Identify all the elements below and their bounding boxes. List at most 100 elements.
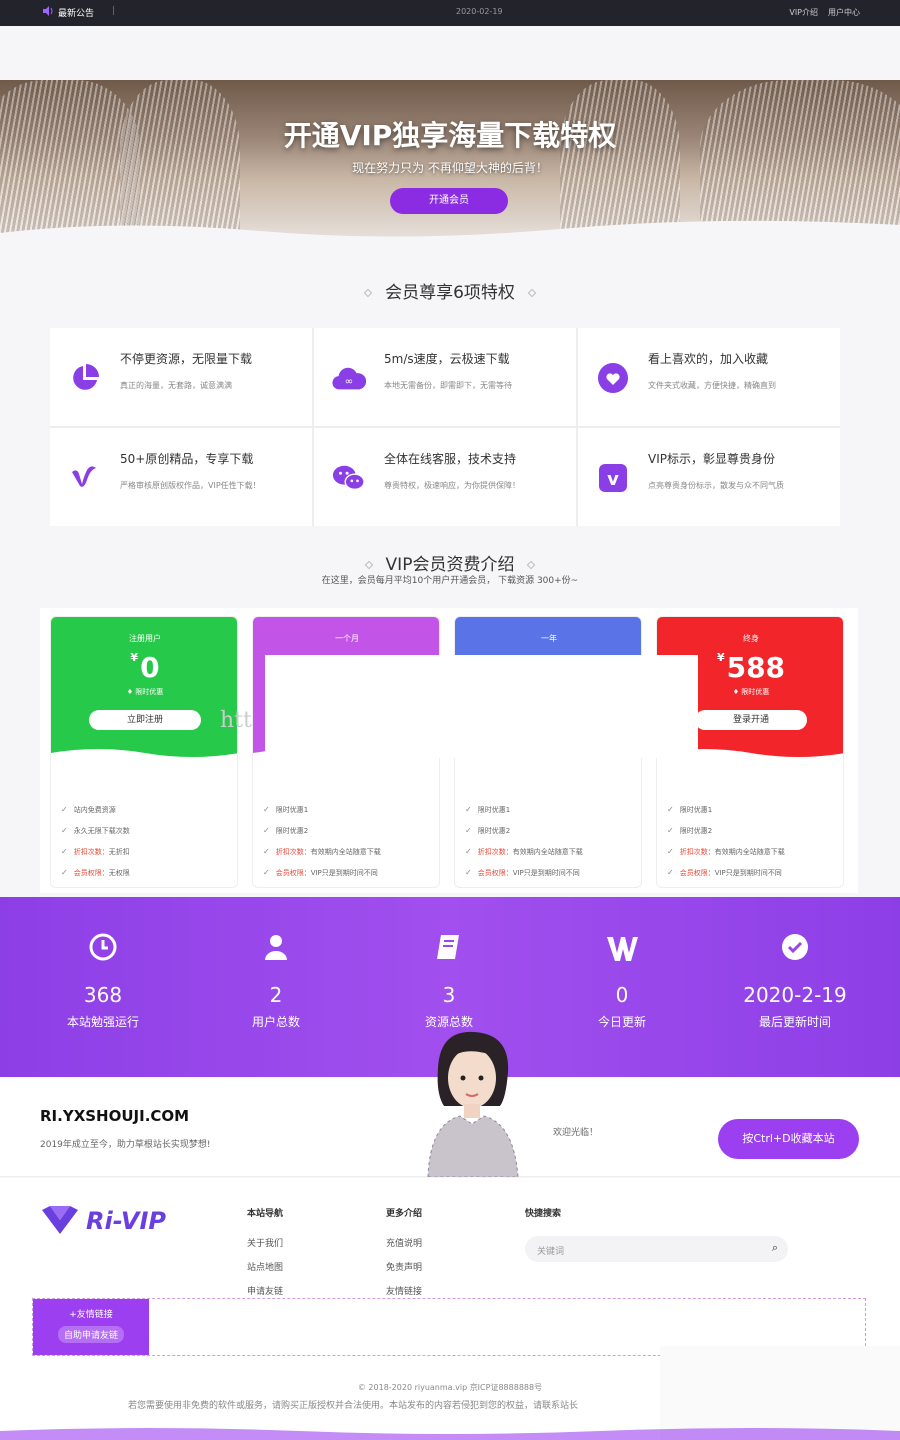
vip-title: VIP会员资费介绍 bbox=[0, 550, 900, 575]
plan-features: ✓ 限时优惠1 ✓ 限时优惠2 ✓ 折扣次数：有效期内全站随意下载 ✓ 会员权限：VIP… bbox=[263, 799, 381, 883]
list-item: ✓ 永久无限下载次数 bbox=[61, 820, 130, 841]
currency-symbol: ¥ bbox=[716, 651, 725, 664]
check-icon: ✓ bbox=[667, 826, 674, 835]
plan-features: ✓ 限时优惠1 ✓ 限时优惠2 ✓ 折扣次数：有效期内全站随意下载 ✓ 会员权限：VIP… bbox=[465, 799, 583, 883]
user-center-link[interactable]: 用户中心 bbox=[828, 7, 860, 18]
stat-item: 2020-2-19 最后更新时间 bbox=[709, 933, 881, 1030]
search-input[interactable]: 关键词 ⌕ bbox=[525, 1236, 788, 1262]
feature-key: 折扣次数 bbox=[275, 847, 304, 856]
stat-item: 368 本站勉强运行 bbox=[17, 933, 189, 1030]
friend-links-tab: +友情链接 自助申请友链 bbox=[33, 1299, 149, 1355]
plan-features: ✓ 限时优惠1 ✓ 限时优惠2 ✓ 折扣次数：有效期内全站随意下载 ✓ 会员权限：VIP… bbox=[667, 799, 785, 883]
diamond-icon bbox=[363, 288, 373, 298]
diamond-icon bbox=[364, 560, 373, 570]
privileges-grid: 不停更资源，无限量下载 真正的海量，无套路，诚意满满 ∞ 5m/s速度，云极速下… bbox=[50, 328, 840, 526]
price-value: 0 bbox=[140, 651, 160, 684]
stat-value: 368 bbox=[83, 983, 123, 1007]
apply-friend-link-button[interactable]: 自助申请友链 bbox=[57, 1326, 124, 1343]
check-icon: ✓ bbox=[263, 847, 270, 856]
feature-text: ：VIP只是到期时间不同 bbox=[707, 868, 782, 877]
apply-link-link[interactable]: 申请友链 bbox=[247, 1284, 283, 1297]
check-icon: ✓ bbox=[263, 868, 270, 877]
feature-text: ：VIP只是到期时间不同 bbox=[303, 868, 378, 877]
bookmark-button[interactable]: 按Ctrl+D收藏本站 bbox=[718, 1119, 859, 1159]
footer-more-column: 更多介绍 充值说明 免责声明 友情链接 bbox=[386, 1206, 422, 1308]
friend-links-label: +友情链接 bbox=[69, 1310, 113, 1320]
open-membership-button[interactable]: 开通会员 bbox=[390, 188, 508, 214]
sitemap-link[interactable]: 站点地图 bbox=[247, 1260, 283, 1273]
diamond-icon: ♦ bbox=[732, 688, 740, 696]
plan-name: 终身 bbox=[743, 634, 759, 643]
list-item: ✓ 限时优惠1 bbox=[263, 799, 381, 820]
feature-text: 限时优惠2 bbox=[275, 826, 309, 835]
blank-overlay bbox=[265, 655, 698, 758]
feature-text: ：有效期内全站随意下载 bbox=[707, 847, 785, 856]
feature-key: 折扣次数 bbox=[679, 847, 708, 856]
wechat-icon bbox=[332, 461, 366, 495]
feature-text: 限时优惠1 bbox=[275, 805, 309, 814]
user-icon bbox=[190, 933, 362, 963]
privileges-title: 会员尊享6项特权 bbox=[0, 278, 900, 303]
clock-icon bbox=[17, 933, 189, 963]
feature-text: 限时优惠1 bbox=[679, 805, 713, 814]
privilege-card: 50+原创精品，专享下载 严格审核原创版权作品，VIP任性下载！ bbox=[50, 428, 312, 526]
footer-nav-column: 本站导航 关于我们 站点地图 申请友链 bbox=[247, 1206, 283, 1308]
stat-label: 最后更新时间 bbox=[758, 1015, 831, 1029]
login-subscribe-button[interactable]: 登录开通 bbox=[695, 710, 807, 730]
footer-search-column: 快捷搜索 bbox=[525, 1206, 561, 1236]
list-item: ✓ 折扣次数：有效期内全站随意下载 bbox=[263, 841, 381, 862]
mascot-avatar bbox=[427, 1031, 519, 1177]
list-item: ✓ 限时优惠2 bbox=[263, 820, 381, 841]
check-icon: ✓ bbox=[465, 847, 472, 856]
privilege-title: 5m/s速度，云极速下载 bbox=[384, 352, 510, 366]
about-link[interactable]: 关于我们 bbox=[247, 1236, 283, 1249]
feature-text: ：有效期内全站随意下载 bbox=[303, 847, 381, 856]
footer-column-title: 快捷搜索 bbox=[525, 1209, 562, 1219]
search-icon[interactable]: ⌕ bbox=[772, 1241, 778, 1255]
check-circle-icon bbox=[709, 933, 881, 963]
check-icon: ✓ bbox=[465, 805, 472, 814]
feature-text: 永久无限下载次数 bbox=[73, 826, 130, 835]
logo-icon bbox=[42, 1206, 78, 1234]
site-slogan: 2019年成立至今，助力草根站长实现梦想! bbox=[40, 1140, 211, 1150]
announcement[interactable]: 最新公告 bbox=[42, 6, 94, 19]
privilege-desc: 点亮尊贵身份标示，散发与众不同气质 bbox=[648, 481, 784, 490]
plan-card-free: 注册用户 ¥0 ♦ 限时优惠 立即注册 ✓ 站内免费资源 ✓ 永久无限下载次数 ✓ 折… bbox=[50, 616, 238, 888]
feature-key: 会员权限 bbox=[679, 868, 708, 877]
svg-text:v: v bbox=[607, 469, 619, 490]
vimeo-icon bbox=[68, 461, 102, 495]
feature-text: ：无折扣 bbox=[101, 847, 130, 856]
plan-features: ✓ 站内免费资源 ✓ 永久无限下载次数 ✓ 折扣次数：无折扣 ✓ 会员权限：无权限 bbox=[61, 799, 130, 883]
check-icon: ✓ bbox=[465, 826, 472, 835]
ghost-text: htt bbox=[220, 708, 252, 733]
footer-column-title: 本站导航 bbox=[247, 1209, 284, 1219]
list-item: ✓ 会员权限：VIP只是到期时间不同 bbox=[465, 862, 583, 883]
price-value: 588 bbox=[726, 651, 786, 684]
privileges-title-text: 会员尊享6项特权 bbox=[385, 283, 515, 303]
friend-links-link[interactable]: 友情链接 bbox=[386, 1284, 422, 1297]
feature-key: 会员权限 bbox=[275, 868, 304, 877]
plan-tag-text: 限时优惠 bbox=[135, 688, 164, 696]
list-item: ✓ 会员权限：VIP只是到期时间不同 bbox=[263, 862, 381, 883]
logo-text: Ri-VIP bbox=[86, 1207, 167, 1235]
site-logo[interactable]: Ri-VIP bbox=[40, 1204, 166, 1238]
privilege-card: 看上喜欢的，加入收藏 文件夹式收藏，方便快捷，精确直到 bbox=[578, 328, 840, 426]
speaker-icon bbox=[42, 6, 54, 19]
privilege-card: ∞ 5m/s速度，云极速下载 本地无需备份，即需即下，无需等待 bbox=[314, 328, 576, 426]
feature-text: 限时优惠1 bbox=[477, 805, 511, 814]
currency-symbol: ¥ bbox=[130, 651, 139, 664]
plan-header: 注册用户 ¥0 ♦ 限时优惠 立即注册 bbox=[51, 617, 237, 769]
plan-price: ¥0 bbox=[51, 651, 237, 684]
feature-key: 会员权限 bbox=[477, 868, 506, 877]
list-item: ✓ 限时优惠1 bbox=[465, 799, 583, 820]
disclaimer-text: 若您需要使用非免费的软件或服务，请购买正版授权并合法使用。本站发布的内容若侵犯到… bbox=[128, 1401, 579, 1411]
disclaimer-link[interactable]: 免责声明 bbox=[386, 1260, 422, 1273]
list-item: ✓ 限时优惠2 bbox=[465, 820, 583, 841]
svg-text:∞: ∞ bbox=[345, 376, 354, 388]
privilege-card: v VIP标示，彰显尊贵身份 点亮尊贵身份标示，散发与众不同气质 bbox=[578, 428, 840, 526]
recharge-info-link[interactable]: 充值说明 bbox=[386, 1236, 422, 1249]
vip-intro-link[interactable]: VIP介绍 bbox=[789, 7, 818, 18]
diamond-icon bbox=[527, 288, 537, 298]
plan-tag-text: 限时优惠 bbox=[741, 688, 770, 696]
register-button[interactable]: 立即注册 bbox=[89, 710, 201, 730]
